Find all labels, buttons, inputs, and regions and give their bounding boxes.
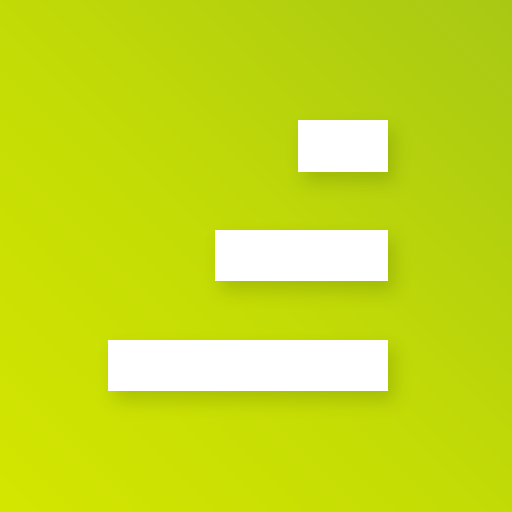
short-bar-icon — [298, 120, 388, 172]
long-bar-icon — [108, 340, 388, 391]
app-icon — [0, 0, 512, 512]
medium-bar-icon — [215, 230, 388, 281]
